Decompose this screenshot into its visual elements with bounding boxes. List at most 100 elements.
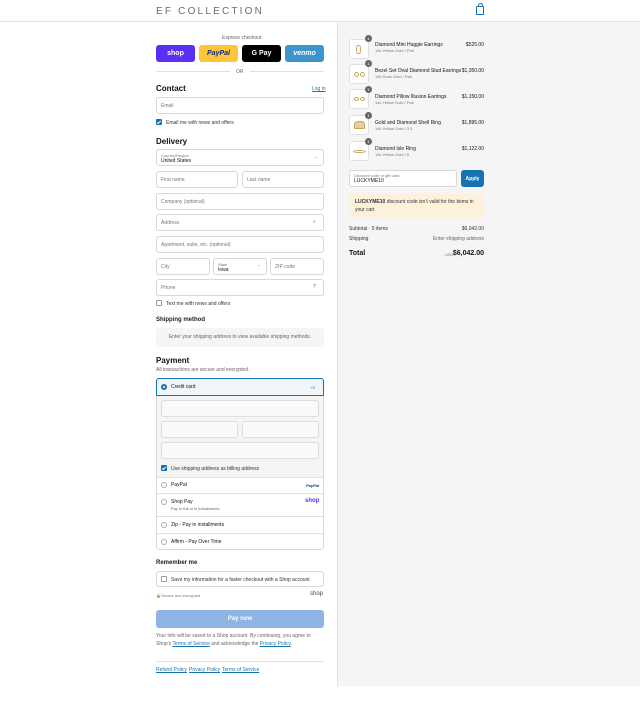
remember-me-checkbox[interactable] xyxy=(161,576,167,582)
email-field[interactable]: Email xyxy=(156,97,324,114)
product-thumbnail xyxy=(349,39,369,59)
shop-pay-label: Shop Pay xyxy=(171,499,193,505)
affirm-label: Affirm - Pay Over Time xyxy=(171,539,222,545)
shop-pay-logo: shop xyxy=(305,498,320,504)
cart-item: Diamond Pillow Illusion Earrings 14k Yel… xyxy=(375,94,446,105)
shipping-method-title: Shipping method xyxy=(156,317,205,323)
cart-item: Diamond Isle Ring 14k Yellow Gold / 5 xyxy=(375,146,416,157)
divider xyxy=(157,493,323,494)
credit-card-radio[interactable] xyxy=(161,384,167,390)
name-on-card-field[interactable] xyxy=(161,442,319,459)
terms-link[interactable]: Terms of Service xyxy=(173,641,210,647)
error-code: LUCKYME10 xyxy=(355,199,386,205)
country-value: United States xyxy=(161,158,192,164)
pay-now-button[interactable]: Pay now xyxy=(156,610,324,628)
expiration-date-field[interactable] xyxy=(161,421,238,438)
email-news-label: Email me with news and offers xyxy=(166,120,234,126)
affirm-radio[interactable] xyxy=(161,539,167,545)
product-variant: 14k Yellow Gold / 5 xyxy=(375,152,410,157)
product-price: $1,895.00 xyxy=(461,120,484,126)
billing-address-checkbox[interactable] xyxy=(161,465,167,471)
divider xyxy=(157,533,323,534)
product-price: $1,122.00 xyxy=(461,146,484,152)
google-pay-button[interactable]: G Pay xyxy=(242,45,281,62)
product-price: $1,350.00 xyxy=(461,68,484,74)
product-price: $1,150.00 xyxy=(461,94,484,100)
shipping-message: Enter your shipping address to view avai… xyxy=(168,334,312,340)
discount-code-field[interactable]: Discount code or gift card LUCKYME10 xyxy=(349,170,457,187)
card-brands-badge: +3 xyxy=(310,385,315,390)
product-price: $525.00 xyxy=(465,42,484,48)
product-variant: 14k Yellow Gold / 3.5 xyxy=(375,126,413,131)
apartment-field[interactable]: Apartment, suite, etc. (optional) xyxy=(156,236,324,253)
chevron-down-icon: ⌄ xyxy=(257,262,261,267)
security-code-field[interactable] xyxy=(242,421,319,438)
product-thumbnail xyxy=(349,64,369,84)
shipping-value: Enter shipping address xyxy=(432,236,484,242)
zip-label: Zip - Pay in installments xyxy=(171,522,225,528)
remember-me-title: Remember me xyxy=(156,560,198,566)
quantity-badge: 1 xyxy=(365,35,372,42)
or-divider-label: OR xyxy=(236,69,244,75)
delivery-title: Delivery xyxy=(156,137,188,146)
credit-card-label: Credit card xyxy=(171,384,196,390)
zip-radio[interactable] xyxy=(161,522,167,528)
refund-policy-link[interactable]: Refund Policy xyxy=(156,667,187,673)
sms-news-checkbox[interactable] xyxy=(156,300,162,306)
divider xyxy=(157,477,323,478)
divider xyxy=(156,661,324,662)
login-link[interactable]: Log in xyxy=(312,86,326,92)
product-variant: 14k Yellow Gold / Pair xyxy=(375,48,414,53)
disclaimer-text-2: and acknowledge the xyxy=(211,641,259,647)
paypal-radio[interactable] xyxy=(161,482,167,488)
quantity-badge: 1 xyxy=(365,138,372,145)
shipping-label: Shipping xyxy=(349,236,369,242)
privacy-policy-link[interactable]: Privacy Policy xyxy=(189,667,220,673)
chevron-down-icon: ⌄ xyxy=(314,154,318,159)
shop-pay-radio[interactable] xyxy=(161,499,167,505)
phone-field[interactable]: Phone xyxy=(156,279,324,296)
total-value: $6,042.00 xyxy=(452,250,484,257)
disclaimer-end: . xyxy=(290,641,292,647)
secure-label: Secure and encrypted xyxy=(161,593,201,598)
city-field[interactable]: City xyxy=(156,258,210,275)
shopping-bag-icon[interactable] xyxy=(476,3,484,15)
privacy-link[interactable]: Privacy Policy xyxy=(260,641,291,647)
cart-item: Gold and Diamond Shell Ring 14k Yellow G… xyxy=(375,120,441,131)
billing-address-label: Use shipping address as billing address xyxy=(171,466,260,472)
terms-of-service-link[interactable]: Terms of Service xyxy=(222,667,259,673)
product-variant: 14k Yellow Gold / Pair xyxy=(375,100,414,105)
paypal-button[interactable]: PayPal xyxy=(199,45,238,62)
store-logo[interactable]: EF COLLECTION xyxy=(156,6,264,17)
paypal-logo: PayPal xyxy=(306,483,320,488)
quantity-badge: 1 xyxy=(365,60,372,67)
company-field[interactable]: Company (optional) xyxy=(156,193,324,210)
divider xyxy=(157,516,323,517)
product-variant: 14k Rose Gold / Pair xyxy=(375,74,412,79)
total-label: Total xyxy=(349,250,366,257)
divider xyxy=(250,71,324,72)
last-name-field[interactable]: Last name xyxy=(242,171,324,188)
shipping-message-box: Enter your shipping address to view avai… xyxy=(156,328,324,347)
search-icon: ⌕ xyxy=(313,219,316,225)
country-select[interactable]: Country/Region United States xyxy=(156,149,324,166)
subtotal-label: Subtotal · 5 items xyxy=(349,226,388,232)
help-icon[interactable]: ? xyxy=(313,284,316,290)
address-field[interactable]: Address xyxy=(156,214,324,231)
discount-code-value: LUCKYME10 xyxy=(354,178,384,184)
first-name-field[interactable]: First name xyxy=(156,171,238,188)
quantity-badge: 1 xyxy=(365,86,372,93)
venmo-button[interactable]: venmo xyxy=(285,45,324,62)
contact-title: Contact xyxy=(156,84,186,93)
divider xyxy=(156,71,230,72)
shop-pay-sub: Pay in full or in installments xyxy=(171,506,220,511)
shop-pay-button[interactable]: shop xyxy=(156,45,195,62)
sms-news-label: Text me with news and offers xyxy=(166,301,231,307)
subtotal-value: $6,042.00 xyxy=(461,226,484,232)
zip-code-field[interactable]: ZIP code xyxy=(270,258,324,275)
email-news-checkbox[interactable] xyxy=(156,119,162,125)
apply-button[interactable]: Apply xyxy=(461,170,484,187)
header: EF COLLECTION xyxy=(0,0,640,22)
disclaimer: Your info will be saved to a Shop accoun… xyxy=(156,632,326,648)
card-number-field[interactable] xyxy=(161,400,319,417)
